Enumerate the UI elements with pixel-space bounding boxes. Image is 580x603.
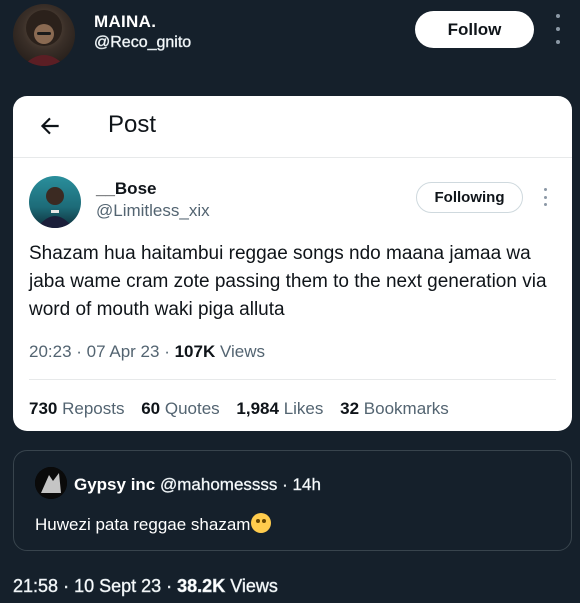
post-screenshot: MAINA. @Reco_gnito Follow Post __Bose @L… (0, 0, 580, 603)
embedded-user-handle[interactable]: @Limitless_xix (96, 201, 210, 221)
views-count: 107K (174, 342, 216, 361)
reposts-stat[interactable]: 730 Reposts (29, 399, 129, 418)
post-timestamp: 20:23 · 07 Apr 23 · 107K Views (29, 342, 265, 361)
views-label: Views (219, 342, 265, 361)
likes-count: 1,984 (236, 399, 279, 418)
reply-user-name[interactable]: Gypsy inc (74, 475, 155, 494)
reply-header: Gypsy inc @mahomessss · 14h (74, 475, 321, 494)
footer-date: 10 Sept 23 (74, 576, 162, 597)
card-topbar: Post (13, 96, 572, 158)
embedded-user-name[interactable]: __Bose (96, 179, 156, 199)
reply-time: 14h (292, 475, 321, 494)
reposts-count: 730 (29, 399, 58, 418)
laughing-emoji-icon (251, 513, 272, 533)
reply-post[interactable]: Gypsy inc @mahomessss · 14h Huwezi pata … (13, 450, 572, 551)
likes-label: Likes (283, 399, 324, 418)
avatar[interactable] (13, 4, 75, 66)
post-header: MAINA. @Reco_gnito Follow (0, 0, 580, 72)
more-options-icon[interactable] (541, 188, 549, 206)
following-button[interactable]: Following (416, 182, 523, 213)
bookmarks-label: Bookmarks (363, 399, 449, 418)
reply-text-line: Huwezi pata reggae shazam (35, 513, 272, 535)
avatar-photo-icon (35, 467, 67, 499)
avatar-photo-icon (23, 10, 65, 66)
reply-text: Huwezi pata reggae shazam (35, 515, 251, 534)
post-footer-meta: 21:58 · 10 Sept 23 · 38.2K Views (13, 576, 278, 597)
author-handle[interactable]: @Reco_gnito (94, 34, 192, 52)
quotes-label: Quotes (164, 399, 220, 418)
footer-views-label: Views (230, 576, 278, 597)
reply-user-handle[interactable]: @mahomessss (160, 475, 278, 494)
more-options-icon[interactable] (550, 14, 566, 44)
reply-avatar[interactable] (35, 467, 67, 499)
footer-time: 21:58 (13, 576, 59, 597)
reposts-label: Reposts (62, 399, 125, 418)
divider (29, 379, 556, 380)
likes-stat[interactable]: 1,984 Likes (236, 399, 328, 418)
back-arrow-icon[interactable] (37, 113, 63, 139)
post-stats: 730 Reposts 60 Quotes 1,984 Likes 32 Boo… (29, 399, 461, 419)
bookmarks-count: 32 (340, 399, 360, 418)
post-time: 20:23 (29, 342, 72, 361)
footer-views-count: 38.2K (177, 576, 226, 597)
quotes-count: 60 (141, 399, 161, 418)
embedded-post-card: Post __Bose @Limitless_xix Following Sha… (13, 96, 572, 431)
page-title: Post (108, 111, 157, 138)
post-date: 07 Apr 23 (86, 342, 160, 361)
avatar-photo-icon (37, 187, 73, 228)
embedded-user-avatar[interactable] (29, 176, 81, 228)
quotes-stat[interactable]: 60 Quotes (141, 399, 224, 418)
follow-button[interactable]: Follow (415, 11, 534, 48)
bookmarks-stat[interactable]: 32 Bookmarks (340, 399, 449, 418)
author-name[interactable]: MAINA. (94, 12, 156, 32)
post-text: Shazam hua haitambui reggae songs ndo ma… (29, 243, 547, 320)
